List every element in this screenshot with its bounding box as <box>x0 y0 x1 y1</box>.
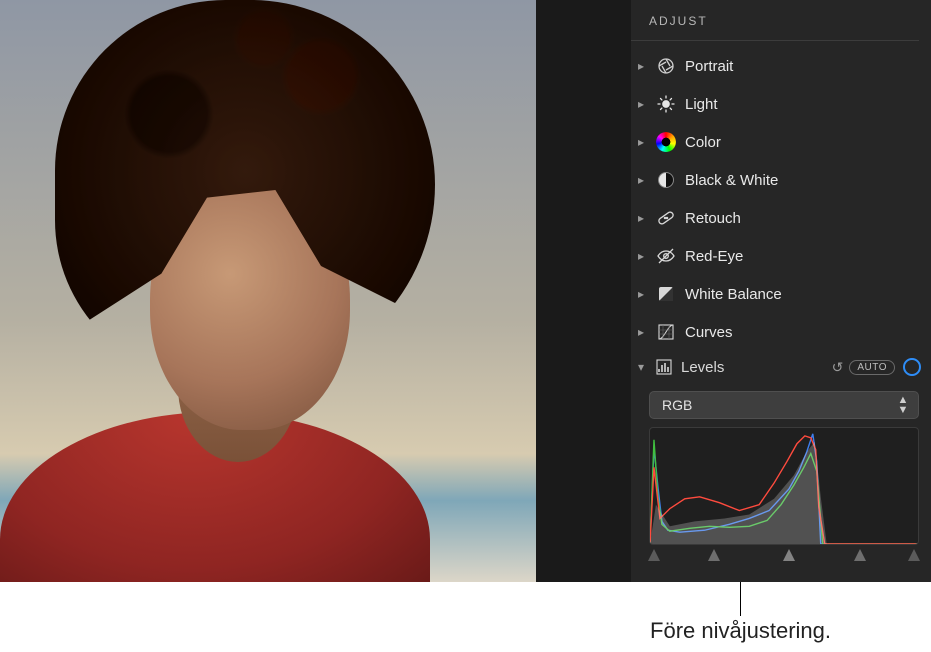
section-white-balance[interactable]: ▸ White Balance <box>631 275 931 313</box>
chevron-down-icon: ▾ <box>635 360 647 374</box>
chevron-right-icon: ▸ <box>635 325 647 339</box>
caption-text: Före nivåjustering. <box>0 618 931 644</box>
section-label: Retouch <box>685 210 921 227</box>
section-levels[interactable]: ▾ Levels ↺ AUTO <box>631 351 931 383</box>
updown-icon: ▲▼ <box>894 395 912 415</box>
chevron-right-icon: ▸ <box>635 135 647 149</box>
shadows-handle[interactable] <box>708 549 720 561</box>
highlights-handle[interactable] <box>854 549 866 561</box>
aperture-icon <box>655 55 677 77</box>
channel-select[interactable]: RGB ▲▼ <box>649 391 919 419</box>
adjust-panel: ADJUST ▸ Portrait ▸ <box>631 0 931 582</box>
undo-icon[interactable]: ↺ <box>832 359 844 376</box>
gutter <box>536 0 631 582</box>
section-color[interactable]: ▸ Color <box>631 123 931 161</box>
bandage-icon <box>655 207 677 229</box>
section-light[interactable]: ▸ Light <box>631 85 931 123</box>
white-balance-icon <box>655 283 677 305</box>
section-curves[interactable]: ▸ Curves <box>631 313 931 351</box>
black-point-handle[interactable] <box>648 549 660 561</box>
callout-line <box>740 582 741 616</box>
levels-slider-track[interactable] <box>649 547 919 567</box>
curves-icon <box>655 321 677 343</box>
section-label: Black & White <box>685 172 921 189</box>
channel-selected-value: RGB <box>662 397 894 413</box>
section-portrait[interactable]: ▸ Portrait <box>631 47 931 85</box>
chevron-right-icon: ▸ <box>635 287 647 301</box>
panel-title: ADJUST <box>631 0 919 41</box>
sun-icon <box>655 93 677 115</box>
chevron-right-icon: ▸ <box>635 97 647 111</box>
midtones-handle[interactable] <box>783 549 795 561</box>
chevron-right-icon: ▸ <box>635 249 647 263</box>
chevron-right-icon: ▸ <box>635 211 647 225</box>
auto-button[interactable]: AUTO <box>849 360 895 375</box>
section-black-white[interactable]: ▸ Black & White <box>631 161 931 199</box>
section-label: Light <box>685 96 921 113</box>
section-label: Portrait <box>685 58 921 75</box>
section-label: White Balance <box>685 286 921 303</box>
section-label: Color <box>685 134 921 151</box>
caption-area: Före nivåjustering. <box>0 582 931 652</box>
half-circle-icon <box>655 169 677 191</box>
chevron-right-icon: ▸ <box>635 173 647 187</box>
section-red-eye[interactable]: ▸ Red-Eye <box>631 237 931 275</box>
levels-histogram[interactable] <box>649 427 919 545</box>
levels-icon <box>653 357 675 377</box>
photo-preview <box>0 0 536 582</box>
section-label: Curves <box>685 324 921 341</box>
section-retouch[interactable]: ▸ Retouch <box>631 199 931 237</box>
section-label: Levels <box>681 359 826 376</box>
white-point-handle[interactable] <box>908 549 920 561</box>
section-label: Red-Eye <box>685 248 921 265</box>
color-wheel-icon <box>655 131 677 153</box>
chevron-right-icon: ▸ <box>635 59 647 73</box>
eye-off-icon <box>655 245 677 267</box>
enable-toggle[interactable] <box>903 358 921 376</box>
